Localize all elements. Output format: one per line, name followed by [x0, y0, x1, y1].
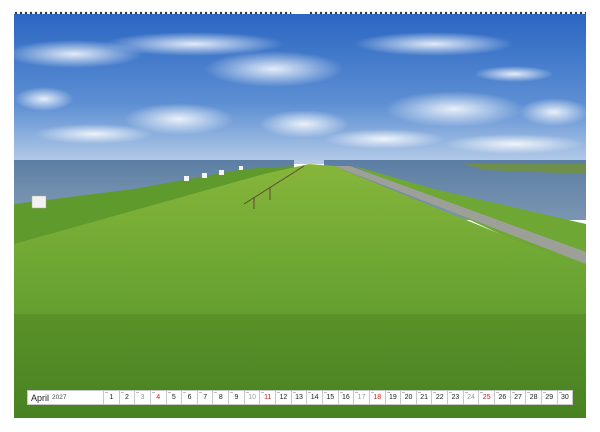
- day-cell: 8: [213, 390, 230, 405]
- year: 2027: [52, 394, 67, 401]
- landscape-photo: [14, 14, 586, 418]
- day-cell: 5: [166, 390, 183, 405]
- day-cell: 23: [448, 390, 464, 405]
- day-cell: 27: [510, 390, 527, 405]
- day-cell: 21: [416, 390, 433, 405]
- day-cell: 24: [463, 390, 480, 405]
- photo-svg: [14, 14, 586, 418]
- day-cell: 16: [338, 390, 355, 405]
- day-cell: 25: [479, 390, 496, 405]
- day-cell: 17: [354, 390, 370, 405]
- day-cell: 15: [322, 390, 339, 405]
- day-cells: 1 2 3 4 5 6 7 8 9 10 11 12 13 14 15 16 17 18 19 20 21 22 23 24 2…: [104, 390, 574, 405]
- day-cell: 4: [150, 390, 167, 405]
- day-cell: 29: [541, 390, 558, 405]
- calendar-strip: April 2027 1 2 3 4 5 6 7 8 9 10 11 12 13 14 15 16 17 18 19…: [27, 390, 574, 405]
- day-cell: 1: [104, 390, 120, 405]
- day-cell: 22: [432, 390, 449, 405]
- day-cell: 2: [119, 390, 136, 405]
- day-cell: 13: [291, 390, 308, 405]
- day-cell: 14: [307, 390, 323, 405]
- day-cell: 9: [229, 390, 245, 405]
- day-cell: 18: [369, 390, 386, 405]
- month-label-box: April 2027: [27, 390, 104, 405]
- day-cell: 20: [401, 390, 417, 405]
- day-cell: 3: [135, 390, 151, 405]
- day-cell: 6: [182, 390, 198, 405]
- day-cell: 11: [260, 390, 277, 405]
- month-name: April: [31, 392, 50, 403]
- day-cell: 30: [557, 390, 574, 405]
- day-cell: 10: [244, 390, 261, 405]
- day-cell: 19: [385, 390, 402, 405]
- day-cell: 28: [526, 390, 542, 405]
- day-cell: 26: [495, 390, 511, 405]
- day-cell: 7: [197, 390, 214, 405]
- day-cell: 12: [276, 390, 292, 405]
